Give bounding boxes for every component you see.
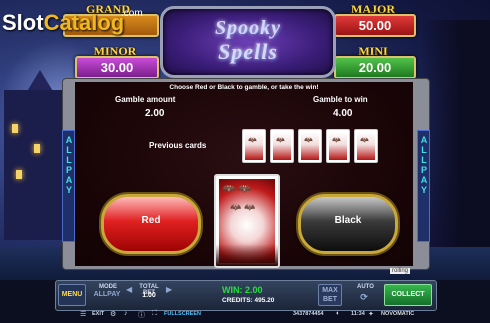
collect-button[interactable]: COLLECT	[384, 284, 432, 306]
gamble-to-win-value: 4.00	[333, 108, 353, 119]
gamble-to-win-label: Gamble to win	[313, 95, 368, 104]
previous-card: 🦇	[326, 129, 350, 163]
black-button[interactable]: Black	[298, 194, 398, 254]
previous-cards-label: Previous cards	[149, 141, 207, 150]
auto-label: AUTO	[357, 284, 374, 290]
previous-card: 🦇	[354, 129, 378, 163]
mode-value[interactable]: ALLPAY	[92, 291, 122, 298]
jackpot-major-value: 50.00	[334, 14, 416, 37]
bat-icon: 🦇	[360, 137, 369, 144]
bet-increase-icon[interactable]: ▶	[166, 285, 172, 294]
bat-icon: 🦇🦇	[230, 202, 259, 212]
watermark-catalog: Catalog	[43, 10, 125, 35]
previous-card: 🦇	[298, 129, 322, 163]
side-label-text: ALLPAY	[64, 135, 74, 195]
watermark-slot: Slot	[2, 10, 44, 35]
fullscreen-label[interactable]: FULLSCREEN	[164, 311, 201, 317]
bat-icon: 🦇	[332, 137, 341, 144]
bat-icon: 🦇	[248, 137, 257, 144]
auto-play-icon[interactable]: ⟳	[356, 292, 372, 303]
sound-icon[interactable]: ♪	[124, 310, 128, 317]
red-button[interactable]: Red	[101, 194, 201, 254]
house-window	[34, 144, 40, 153]
max-bet-button[interactable]: MAX BET	[318, 284, 342, 306]
logo-line-2: Spells	[218, 39, 278, 64]
mode-label: MODE	[99, 284, 117, 290]
gamble-instruction: Choose Red or Black to gamble, or take t…	[169, 84, 319, 91]
clock: 11:34	[351, 311, 365, 317]
bet-decrease-icon[interactable]: ◀	[126, 285, 132, 294]
current-card-back: 🦇🦇 🦇🦇	[214, 174, 280, 268]
exit-label[interactable]: EXIT	[92, 311, 104, 317]
bat-icon: 🦇	[304, 137, 313, 144]
gamble-amount-label: Gamble amount	[115, 95, 176, 104]
fullscreen-icon[interactable]: ⛶	[152, 310, 157, 318]
credits-amount: CREDITS: 495.20	[222, 297, 275, 304]
jackpot-mini-value: 20.00	[334, 56, 416, 79]
menu-button[interactable]: MENU	[58, 284, 86, 306]
novomatic-brand: NOVOMATIC	[381, 311, 415, 317]
star-icon: ✦	[368, 311, 374, 318]
paytable-icon[interactable]: ☰	[80, 310, 86, 318]
spooky-tree	[420, 20, 490, 280]
game-logo: Spooky Spells	[160, 6, 336, 78]
bat-icon: 🦇	[276, 137, 285, 144]
volume-icon: ◐	[336, 310, 341, 317]
allpay-side-label-right: ALLPAY	[417, 130, 430, 242]
gamble-amount-value: 2.00	[145, 108, 165, 119]
rolling-tag: rolling	[390, 268, 411, 274]
previous-card: 🦇	[242, 129, 266, 163]
jackpot-minor-value: 30.00	[75, 56, 159, 79]
settings-icon[interactable]: ⚙	[110, 310, 116, 318]
logo-line-1: Spooky	[215, 17, 281, 39]
total-bet-value: 1.00	[142, 292, 156, 299]
allpay-side-label-left: ALLPAY	[62, 130, 75, 242]
session-id: 3437874454	[293, 311, 324, 317]
info-icon[interactable]: ⓘ	[138, 310, 145, 320]
win-amount: WIN: 2.00	[222, 285, 263, 295]
previous-card: 🦇	[270, 129, 294, 163]
watermark-domain: .com	[121, 8, 143, 19]
watermark: SlotCatalog	[2, 10, 124, 36]
bat-icon: 🦇🦇	[222, 183, 254, 195]
max-bet-line2: BET	[323, 296, 337, 303]
side-label-text: ALLPAY	[419, 135, 429, 195]
max-bet-line1: MAX	[322, 287, 338, 294]
house-window	[16, 170, 22, 179]
house-window	[12, 124, 18, 133]
